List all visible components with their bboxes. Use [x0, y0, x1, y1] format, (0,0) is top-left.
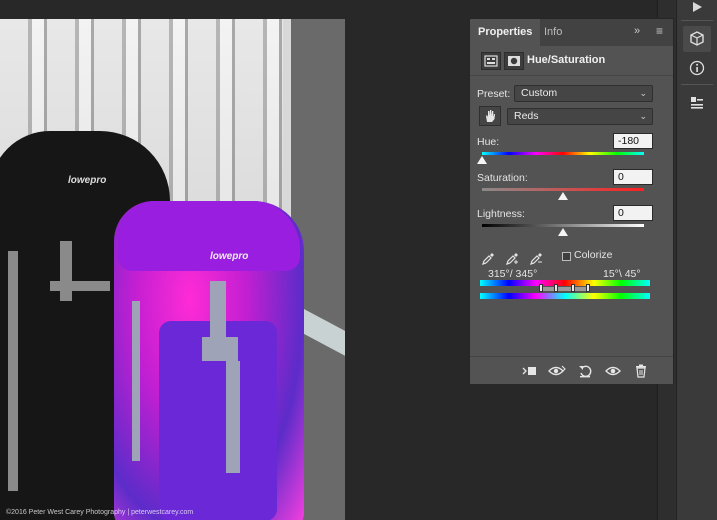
play-icon[interactable] [683, 0, 711, 20]
lightness-slider-thumb[interactable] [558, 228, 568, 236]
document-canvas[interactable]: lowepro lowepro ©2016 Peter West Carey P… [0, 19, 345, 520]
preset-label: Preset: [477, 88, 511, 100]
collapse-icon[interactable]: » [634, 25, 640, 37]
result-hue-bar [480, 293, 650, 299]
clip-to-layer-icon[interactable] [518, 362, 540, 380]
channel-value: Reds [514, 110, 539, 122]
info-icon[interactable] [683, 55, 711, 81]
range-right-inner-handle[interactable] [571, 284, 575, 292]
properties-icon[interactable] [683, 90, 711, 116]
panel-tabbar: Properties Info » ≡ [470, 19, 673, 46]
panel-dock [676, 0, 717, 520]
photo-watermark: ©2016 Peter West Carey Photography | pet… [6, 509, 194, 516]
saturation-field[interactable]: 0 [613, 169, 653, 185]
lightness-field[interactable]: 0 [613, 205, 653, 221]
view-previous-state-icon[interactable] [546, 362, 568, 380]
panel-menu-icon[interactable]: ≡ [656, 24, 663, 38]
lightness-label: Lightness: [477, 208, 525, 220]
3d-cube-icon[interactable] [683, 26, 711, 52]
saturation-label: Saturation: [477, 172, 528, 184]
workspace: lowepro lowepro ©2016 Peter West Carey P… [0, 0, 717, 520]
lightness-track[interactable] [482, 224, 644, 227]
reset-icon[interactable] [574, 362, 596, 380]
range-right-readout: 15°\ 45° [603, 268, 641, 280]
tab-properties[interactable]: Properties [470, 19, 541, 46]
eyedropper-minus-icon[interactable] [528, 251, 544, 267]
adjustment-title: Hue/Saturation [527, 54, 606, 66]
chevron-down-icon: ⌄ [639, 111, 647, 121]
range-left-outer-handle[interactable] [539, 284, 543, 292]
panel-footer [470, 356, 673, 384]
preset-value: Custom [521, 87, 558, 99]
channel-select[interactable]: Reds ⌄ [507, 108, 653, 125]
source-hue-bar [480, 280, 650, 286]
hue-label: Hue: [477, 136, 500, 148]
preset-select[interactable]: Custom ⌄ [514, 85, 653, 102]
adjustment-header: Hue/Saturation [470, 46, 673, 76]
layer-mask-icon[interactable] [504, 52, 524, 70]
saturation-slider-thumb[interactable] [558, 192, 568, 200]
range-band[interactable] [542, 287, 588, 291]
eyedropper-plus-icon[interactable] [504, 251, 520, 267]
hue-slider-thumb[interactable] [477, 156, 487, 164]
colorize-checkbox[interactable] [562, 252, 571, 261]
pack-lid [118, 201, 300, 271]
range-left-readout: 315°/ 345° [488, 268, 538, 280]
visibility-icon[interactable] [602, 362, 624, 380]
hue-track[interactable] [482, 152, 644, 155]
saturation-track[interactable] [482, 188, 644, 191]
range-left-inner-handle[interactable] [554, 284, 558, 292]
adjustment-layer-icon[interactable] [481, 52, 501, 70]
hue-field[interactable]: -180 [613, 133, 653, 149]
properties-panel: Properties Info » ≡ Hue/Saturation Prese… [469, 18, 674, 384]
colorize-label: Colorize [574, 249, 613, 261]
black-pack-logo: lowepro [68, 175, 107, 186]
chevron-down-icon: ⌄ [639, 88, 647, 98]
tab-info[interactable]: Info [536, 19, 570, 46]
eyedropper-icon[interactable] [480, 251, 496, 267]
hand-target-icon[interactable] [479, 106, 501, 126]
pink-pack-logo: lowepro [210, 251, 249, 262]
range-right-outer-handle[interactable] [586, 284, 590, 292]
pink-backpack: lowepro [114, 201, 304, 520]
delete-icon[interactable] [630, 362, 652, 380]
